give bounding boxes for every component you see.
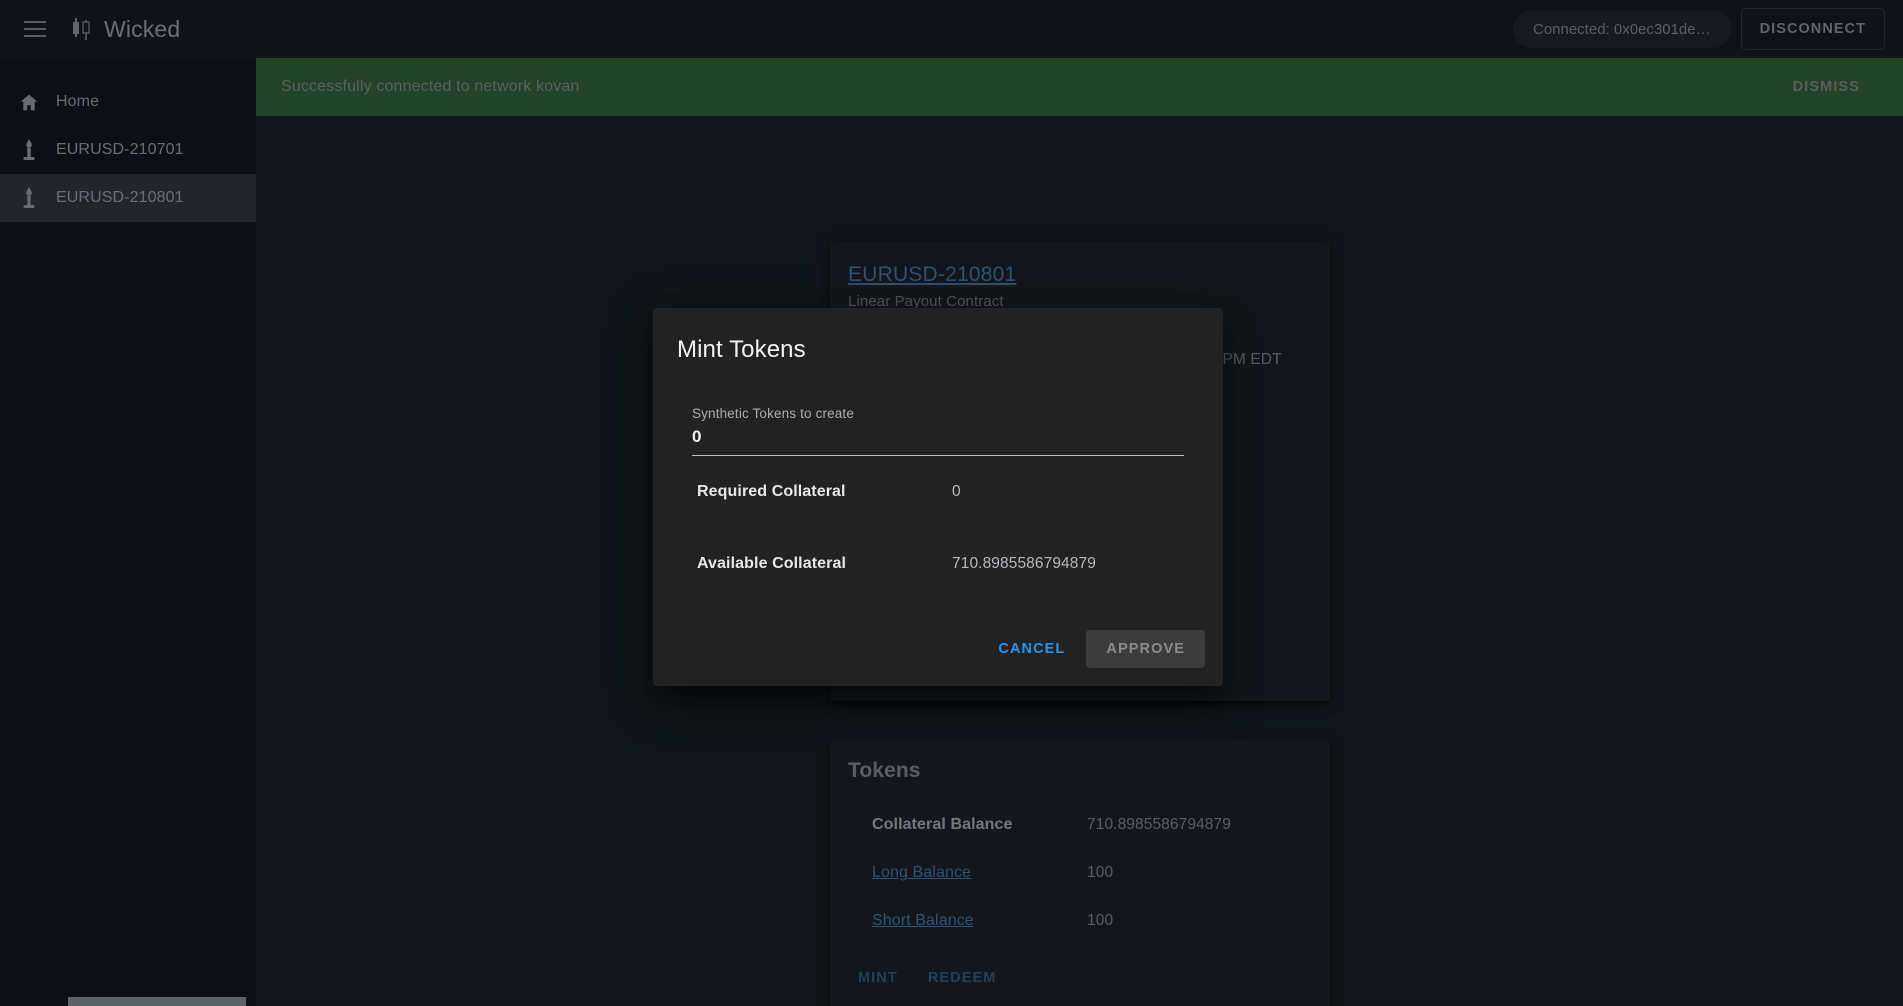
row-value: 0: [952, 483, 961, 500]
approve-button[interactable]: APPROVE: [1086, 630, 1205, 668]
horizontal-scrollbar[interactable]: [68, 997, 246, 1006]
dialog-actions: CANCEL APPROVE: [653, 630, 1223, 686]
available-collateral-row: Available Collateral 710.8985586794879: [677, 528, 1199, 600]
dialog-body: Synthetic Tokens to create Required Coll…: [653, 364, 1223, 630]
cancel-button[interactable]: CANCEL: [987, 631, 1076, 667]
mint-tokens-dialog: Mint Tokens Synthetic Tokens to create R…: [653, 308, 1223, 686]
row-key: Required Collateral: [697, 483, 846, 500]
row-key: Available Collateral: [697, 555, 847, 572]
synthetic-tokens-input[interactable]: [692, 427, 1184, 456]
required-collateral-row: Required Collateral 0: [677, 456, 1199, 528]
row-value: 710.8985586794879: [952, 555, 1096, 572]
dialog-title: Mint Tokens: [677, 336, 806, 363]
app-root: Wicked Connected: 0x0ec301de… DISCONNECT…: [0, 0, 1903, 1006]
synthetic-tokens-field-group: Synthetic Tokens to create: [677, 406, 1199, 456]
synthetic-tokens-label: Synthetic Tokens to create: [692, 406, 854, 421]
